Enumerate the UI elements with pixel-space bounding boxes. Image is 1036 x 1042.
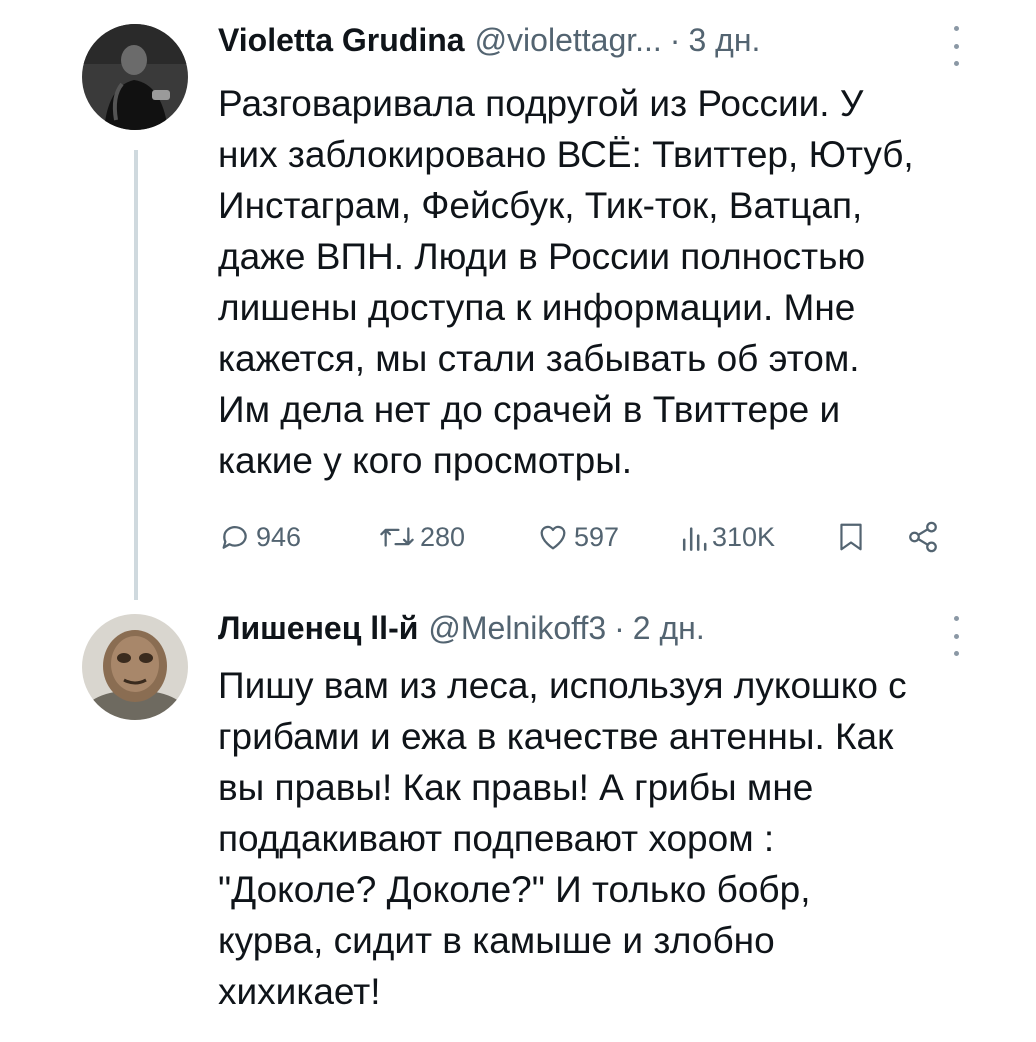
tweet-text-line: Им дела нет до срачей в Твиттере и: [218, 389, 841, 430]
more-dot: [953, 43, 959, 49]
separator-dot: ·: [669, 22, 681, 58]
bookmark-icon: [840, 523, 862, 551]
avatar[interactable]: [82, 24, 188, 130]
views-icon: [682, 527, 707, 551]
tweet-text-line: кажется, мы стали забывать об этом.: [218, 338, 860, 379]
author-name[interactable]: Violetta Grudina: [218, 22, 465, 59]
tweet-text-line: какие у кого просмотры.: [218, 440, 633, 481]
tweet-text: Разговаривала подругой из России. У них …: [218, 78, 958, 486]
tweet-text-line: курва, сидит в камыше и злобно: [218, 920, 775, 961]
tweet-text-line: Инстаграм, Фейсбук, Тик-ток, Ватцап,: [218, 185, 863, 226]
timestamp[interactable]: 2 дн.: [633, 610, 705, 647]
avatar[interactable]: [82, 614, 188, 720]
tweet-text-line: них заблокировано ВСЁ: Твиттер, Ютуб,: [218, 134, 914, 175]
tweet-text-line: даже ВПН. Люди в России полностью: [218, 236, 866, 277]
views-button[interactable]: 310K: [680, 520, 775, 554]
tweet-text-line: Разговаривала подругой из России. У: [218, 83, 864, 124]
tweet-header: Violetta Grudina @violettagr... · 3 дн.: [218, 22, 966, 66]
tweet-text-line: грибами и ежа в качестве антенны. Как: [218, 716, 894, 757]
like-button[interactable]: 597: [536, 520, 619, 554]
author-handle[interactable]: @violettagr...: [475, 22, 662, 59]
bookmark-button[interactable]: [836, 520, 866, 554]
avatar-photo: [82, 614, 188, 720]
more-icon[interactable]: [948, 26, 964, 66]
retweet-count: 280: [420, 521, 466, 552]
more-dot: [953, 651, 959, 656]
heart-icon: [540, 525, 566, 550]
reply-count: 946: [256, 521, 302, 552]
tweet-text-line: Пишу вам из леса, используя лукошко с: [218, 665, 907, 706]
avatar-photo: [82, 24, 188, 130]
tweet-text: Пишу вам из леса, используя лукошко с гр…: [218, 660, 958, 1017]
tweet-2[interactable]: Лишенец ll-й @Melnikoff3 · 2 дн. Пишу ва…: [0, 600, 1036, 1042]
reply-button[interactable]: 946: [218, 520, 301, 554]
tweet-text-line: вы правы! Как правы! А грибы мне: [218, 767, 814, 808]
tweet-text-line: лишены доступа к информации. Мне: [218, 287, 856, 328]
share-button[interactable]: [906, 520, 940, 554]
tweet-text-line: поддакивают подпевают хором :: [218, 818, 775, 859]
more-dot: [953, 26, 959, 31]
timestamp[interactable]: 3 дн.: [688, 22, 760, 59]
more-dot: [953, 633, 959, 639]
reply-icon: [222, 526, 247, 549]
more-dot: [953, 61, 959, 66]
more-icon[interactable]: [948, 616, 964, 656]
share-icon: [909, 521, 937, 553]
tweet-text-line: хихикает!: [218, 971, 381, 1012]
more-dot: [953, 616, 959, 621]
action-bar: 946 280 597 310K: [218, 520, 948, 564]
tweet-header: Лишенец ll-й @Melnikoff3 · 2 дн.: [218, 610, 966, 654]
retweet-icon: [380, 527, 414, 547]
author-handle[interactable]: @Melnikoff3: [428, 610, 606, 647]
retweet-button[interactable]: 280: [378, 520, 465, 554]
thread-line: [134, 150, 138, 600]
like-count: 597: [574, 521, 620, 552]
author-name[interactable]: Лишенец ll-й: [218, 610, 418, 647]
tweet-1[interactable]: Violetta Grudina @violettagr... · 3 дн. …: [0, 0, 1036, 600]
tweet-text-line: "Доколе? Доколе?" И только бобр,: [218, 869, 811, 910]
separator-dot: ·: [614, 610, 625, 646]
views-count: 310K: [712, 521, 776, 552]
